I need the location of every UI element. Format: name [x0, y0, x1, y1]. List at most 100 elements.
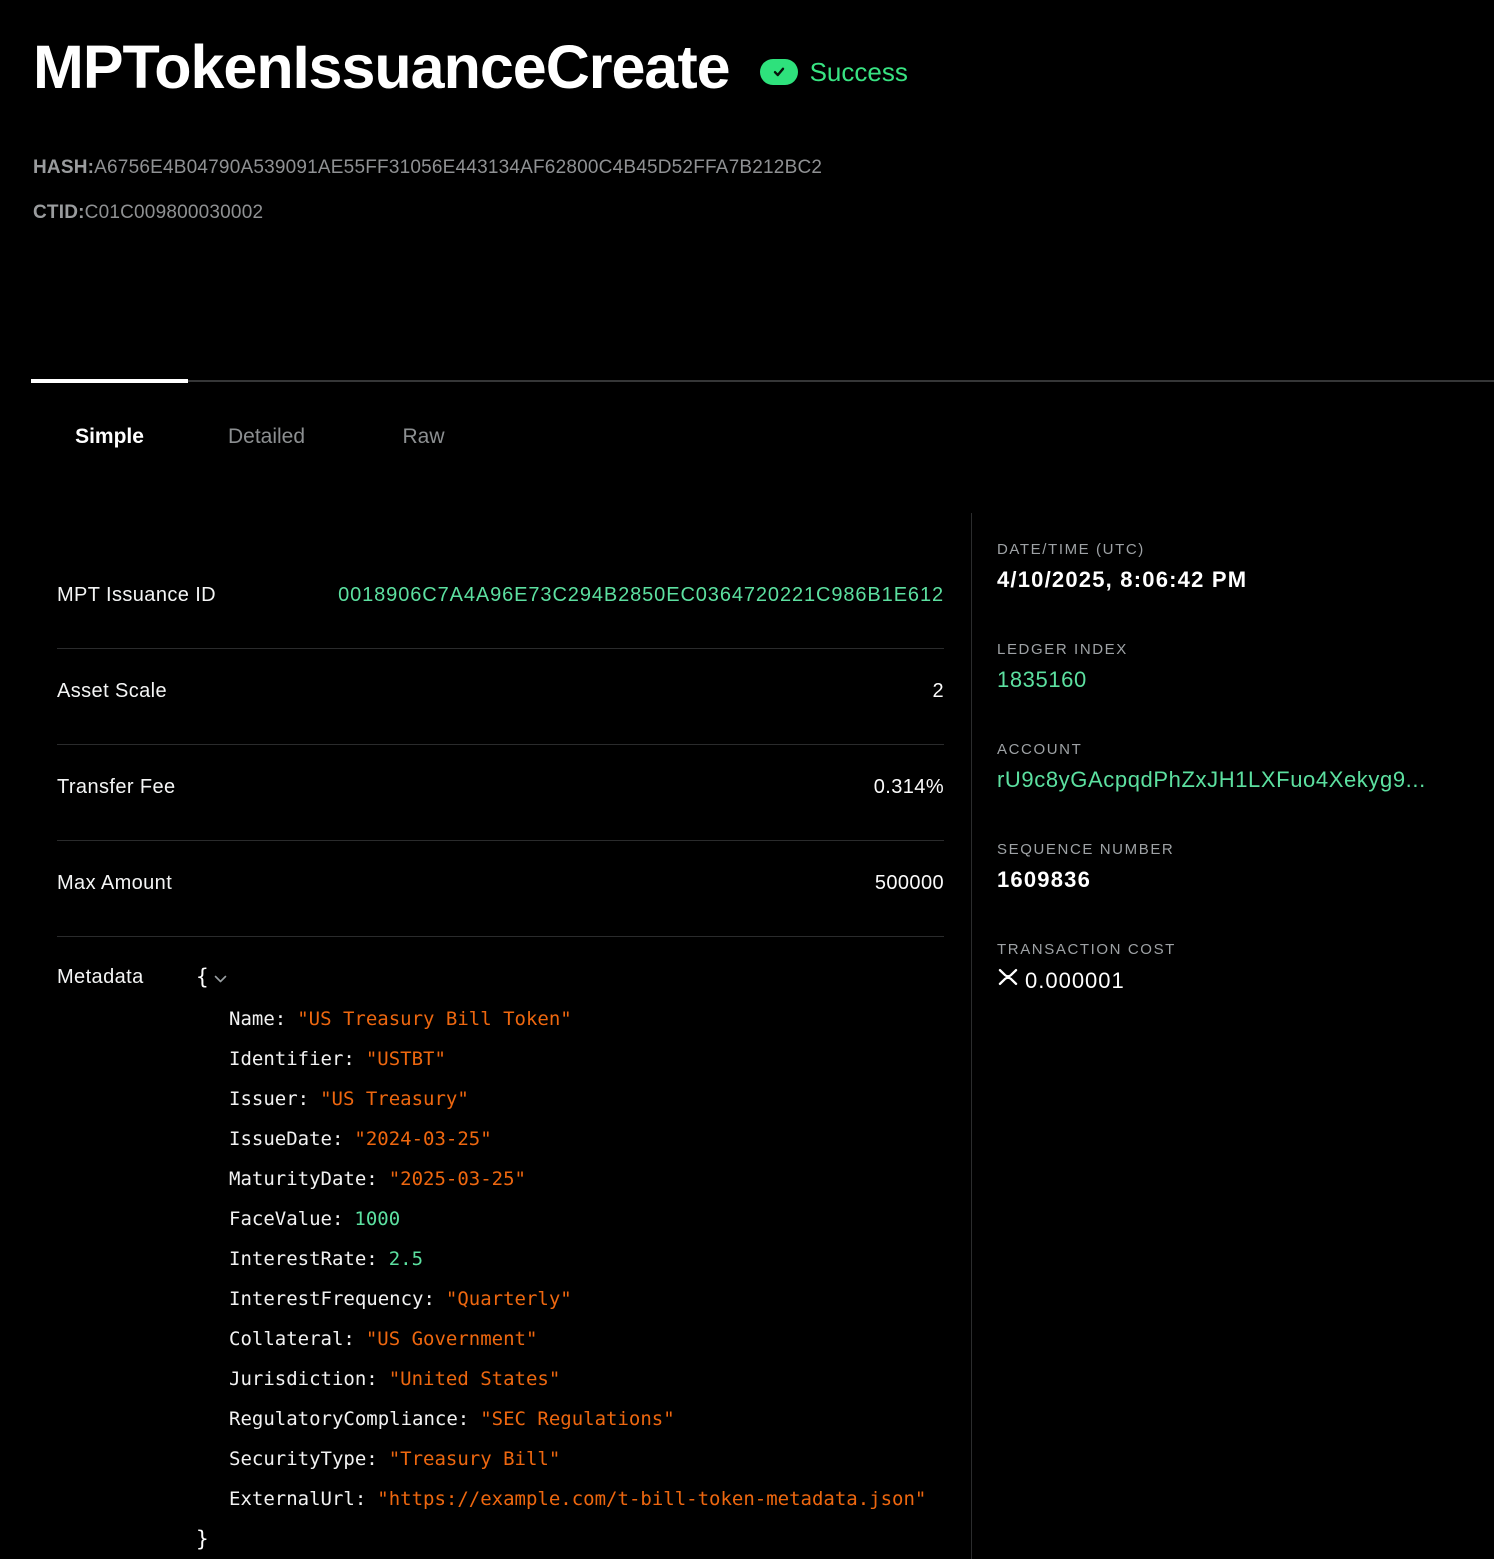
tab-raw[interactable]: Raw — [345, 382, 502, 513]
json-key: ExternalUrl: — [229, 1488, 366, 1510]
sidebar-label: DATE/TIME (UTC) — [997, 542, 1494, 558]
json-value: "Treasury Bill" — [389, 1448, 561, 1470]
sidebar-label: TRANSACTION COST — [997, 942, 1494, 958]
hash-line: HASH:A6756E4B04790A539091AE55FF31056E443… — [33, 156, 1494, 180]
json-key: InterestRate: — [229, 1248, 378, 1270]
status-badge: Success — [760, 57, 908, 88]
sidebar-section: ACCOUNT rU9c8yGAcpqdPhZxJH1LXFuo4Xekyg9.… — [997, 742, 1494, 793]
json-value: "USTBT" — [366, 1048, 446, 1070]
json-value: "SEC Regulations" — [480, 1408, 674, 1430]
tabs-row: SimpleDetailedRaw — [31, 382, 1494, 513]
row-value: 0.314% — [874, 775, 944, 799]
sidebar-value[interactable]: rU9c8yGAcpqdPhZxJH1LXFuo4Xekyg9... — [997, 766, 1494, 793]
sidebar-value[interactable]: 1835160 — [997, 666, 1494, 693]
ctid-line: CTID:C01C009800030002 — [33, 201, 1494, 225]
check-icon — [760, 59, 798, 85]
json-entry: Name: "US Treasury Bill Token" — [229, 999, 944, 1039]
json-entry: RegulatoryCompliance: "SEC Regulations" — [229, 1399, 944, 1439]
page-title: MPTokenIssuanceCreate — [33, 34, 730, 100]
json-entry: Identifier: "USTBT" — [229, 1039, 944, 1079]
json-entry: IssueDate: "2024-03-25" — [229, 1119, 944, 1159]
sidebar-section: LEDGER INDEX 1835160 — [997, 642, 1494, 693]
detail-row: Max Amount 500000 — [57, 841, 944, 937]
json-key: Name: — [229, 1008, 286, 1030]
ctid-value: C01C009800030002 — [85, 202, 264, 223]
json-key: FaceValue: — [229, 1208, 343, 1230]
metadata-label: Metadata — [57, 966, 196, 989]
json-entry: InterestFrequency: "Quarterly" — [229, 1279, 944, 1319]
metadata-section: Metadata { Name: "US Treasury Bill Token"… — [57, 937, 944, 1559]
json-value: "Quarterly" — [446, 1288, 572, 1310]
metadata-json: Name: "US Treasury Bill Token" Identifier… — [229, 999, 944, 1519]
transaction-header: MPTokenIssuanceCreate Success HASH:A6756… — [0, 0, 1494, 225]
metadata-header: Metadata { — [57, 965, 944, 989]
tab-bar: SimpleDetailedRaw — [0, 380, 1494, 513]
json-value: "United States" — [389, 1368, 561, 1390]
row-value: 500000 — [875, 871, 944, 895]
json-value: "2025-03-25" — [389, 1168, 526, 1190]
metadata-open-brace: { — [196, 965, 209, 989]
sidebar-label: LEDGER INDEX — [997, 642, 1494, 658]
row-label: Max Amount — [57, 871, 172, 895]
hash-block: HASH:A6756E4B04790A539091AE55FF31056E443… — [33, 156, 1494, 225]
transaction-page: MPTokenIssuanceCreate Success HASH:A6756… — [0, 0, 1494, 1559]
json-key: RegulatoryCompliance: — [229, 1408, 469, 1430]
xrp-icon — [997, 966, 1019, 994]
json-value: 1000 — [354, 1208, 400, 1230]
sidebar-value: 4/10/2025, 8:06:42 PM — [997, 566, 1494, 593]
tab-detailed[interactable]: Detailed — [188, 382, 345, 513]
json-key: MaturityDate: — [229, 1168, 378, 1190]
json-entry: Issuer: "US Treasury" — [229, 1079, 944, 1119]
json-entry: MaturityDate: "2025-03-25" — [229, 1159, 944, 1199]
json-entry: FaceValue: 1000 — [229, 1199, 944, 1239]
json-value: 2.5 — [389, 1248, 423, 1270]
json-value: "https://example.com/t-bill-token-metada… — [377, 1488, 926, 1510]
row-value: 2 — [932, 679, 944, 703]
json-entry: ExternalUrl: "https://example.com/t-bill-… — [229, 1479, 944, 1519]
sidebar-value: 1609836 — [997, 866, 1494, 893]
sidebar-section: SEQUENCE NUMBER 1609836 — [997, 842, 1494, 893]
status-text: Success — [810, 57, 908, 88]
summary-sidebar: DATE/TIME (UTC) 4/10/2025, 8:06:42 PM LE… — [972, 513, 1494, 1559]
tab-divider — [31, 380, 1494, 382]
active-tab-indicator — [31, 379, 188, 383]
json-entry: InterestRate: 2.5 — [229, 1239, 944, 1279]
ctid-label: CTID: — [33, 202, 85, 223]
row-label: Asset Scale — [57, 679, 167, 703]
sidebar-section: DATE/TIME (UTC) 4/10/2025, 8:06:42 PM — [997, 542, 1494, 593]
chevron-down-icon[interactable] — [214, 971, 227, 989]
simple-panel: MPT Issuance ID 0018906C7A4A96E73C294B28… — [0, 513, 972, 1559]
title-row: MPTokenIssuanceCreate Success — [33, 34, 1494, 100]
hash-value: A6756E4B04790A539091AE55FF31056E443134AF… — [94, 157, 822, 178]
json-value: "2024-03-25" — [354, 1128, 491, 1150]
json-entry: Jurisdiction: "United States" — [229, 1359, 944, 1399]
metadata-close-brace: } — [196, 1519, 944, 1559]
json-entry: SecurityType: "Treasury Bill" — [229, 1439, 944, 1479]
sidebar-label: ACCOUNT — [997, 742, 1494, 758]
row-label: Transfer Fee — [57, 775, 176, 799]
row-value[interactable]: 0018906C7A4A96E73C294B2850EC0364720221C9… — [338, 583, 944, 607]
detail-row: Transfer Fee 0.314% — [57, 745, 944, 841]
json-value: "US Government" — [366, 1328, 538, 1350]
json-key: InterestFrequency: — [229, 1288, 435, 1310]
content-area: MPT Issuance ID 0018906C7A4A96E73C294B28… — [0, 513, 1494, 1559]
sidebar-label: SEQUENCE NUMBER — [997, 842, 1494, 858]
sidebar-section: TRANSACTION COST 0.000001 — [997, 942, 1494, 994]
json-value: "US Treasury Bill Token" — [297, 1008, 572, 1030]
sidebar-value: 0.000001 — [997, 966, 1494, 994]
json-key: Jurisdiction: — [229, 1368, 378, 1390]
json-key: Identifier: — [229, 1048, 355, 1070]
detail-rows: MPT Issuance ID 0018906C7A4A96E73C294B28… — [57, 513, 944, 937]
row-label: MPT Issuance ID — [57, 583, 216, 607]
json-value: "US Treasury" — [320, 1088, 469, 1110]
json-key: SecurityType: — [229, 1448, 378, 1470]
detail-row: Asset Scale 2 — [57, 649, 944, 745]
json-key: Issuer: — [229, 1088, 309, 1110]
json-key: IssueDate: — [229, 1128, 343, 1150]
tab-simple[interactable]: Simple — [31, 382, 188, 513]
detail-row: MPT Issuance ID 0018906C7A4A96E73C294B28… — [57, 513, 944, 649]
json-entry: Collateral: "US Government" — [229, 1319, 944, 1359]
transaction-cost-value: 0.000001 — [1025, 967, 1125, 994]
json-key: Collateral: — [229, 1328, 355, 1350]
hash-label: HASH: — [33, 157, 94, 178]
